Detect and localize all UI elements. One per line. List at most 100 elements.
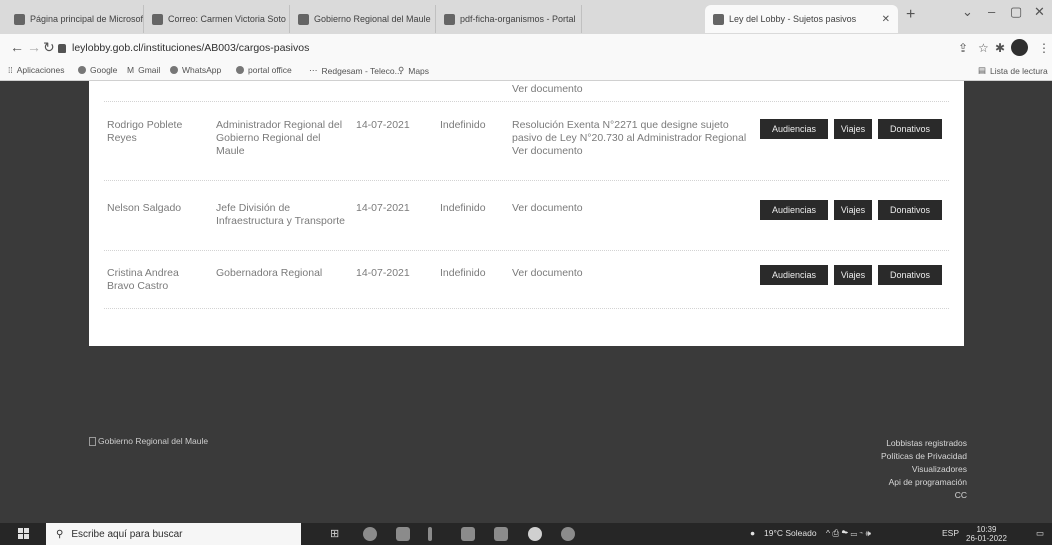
fecha-inicio: 14-07-2021 <box>356 119 410 131</box>
whatsapp-icon <box>170 66 178 74</box>
footer-link-cc[interactable]: CC <box>881 489 967 502</box>
footer-link-lobbistas[interactable]: Lobbistas registrados <box>881 437 967 450</box>
audiencias-button[interactable]: Audiencias <box>760 200 828 220</box>
pdf-icon <box>444 13 455 25</box>
ver-documento-link[interactable]: Ver documento <box>512 267 752 280</box>
tab-bar: Página principal de Microsoft ✕ Correo: … <box>0 0 1052 34</box>
notification-icon[interactable]: ▭ <box>1036 528 1044 539</box>
windows-start-icon[interactable] <box>18 528 29 539</box>
lobby-icon <box>713 13 724 25</box>
weather-text[interactable]: 19°C Soleado <box>764 528 817 538</box>
tab-ley-lobby[interactable]: Ley del Lobby - Sujetos pasivos ✕ <box>705 5 898 33</box>
bookmark-whatsapp[interactable]: WhatsApp <box>170 65 221 75</box>
gmail-icon: M <box>127 65 135 75</box>
tab-microsoft[interactable]: Página principal de Microsoft ✕ <box>6 5 144 33</box>
reading-list-icon: ▤ <box>978 65 987 75</box>
word-icon[interactable] <box>461 527 475 541</box>
tab-gobierno[interactable]: Gobierno Regional del Maule ✕ <box>290 5 436 33</box>
maximize-icon[interactable]: ▢ <box>1010 4 1022 20</box>
taskbar-search-input[interactable]: ⚲ Escribe aquí para buscar <box>46 523 301 545</box>
donativos-button[interactable]: Donativos <box>878 265 942 285</box>
reload-icon[interactable]: ↻ <box>43 39 55 56</box>
maps-icon: ⚲ <box>398 65 405 75</box>
close-window-icon[interactable]: ✕ <box>1034 4 1045 20</box>
fecha-inicio: 14-07-2021 <box>356 202 410 214</box>
taskbar: ⚲ Escribe aquí para buscar ⊞ ● 19°C Sole… <box>0 523 1052 545</box>
clock[interactable]: 10:39 26-01-2022 <box>966 525 1007 543</box>
reading-list[interactable]: ▤ Lista de lectura <box>978 65 1048 76</box>
audiencias-button[interactable]: Audiencias <box>760 265 828 285</box>
broken-image-icon <box>89 436 96 446</box>
cargo: Jefe División de Infraestructura y Trans… <box>216 202 345 227</box>
bookmark-redgesam[interactable]: ⋯ Redgesam - Teleco... <box>309 65 402 76</box>
person-name: Cristina Andrea Bravo Castro <box>107 267 179 292</box>
tab-correo[interactable]: Correo: Carmen Victoria Soto ✕ <box>144 5 290 33</box>
search-placeholder: Escribe aquí para buscar <box>71 528 183 540</box>
tab-title: pdf-ficha-organismos - Portal <box>460 14 576 24</box>
url-text: leylobby.gob.cl/instituciones/AB003/carg… <box>72 42 310 54</box>
mail-icon[interactable] <box>396 527 410 541</box>
viajes-button[interactable]: Viajes <box>834 265 872 285</box>
apps-icon: ⁞⁞ <box>8 65 13 75</box>
table-row: Rodrigo Poblete Reyes Administrador Regi… <box>104 105 949 181</box>
tab-title: Ley del Lobby - Sujetos pasivos <box>729 14 857 24</box>
tray-icons[interactable]: ^ ⎙ ☁ ▭ ⌁ 🕪 <box>826 528 871 539</box>
task-view-icon[interactable]: ⊞ <box>330 527 344 541</box>
viajes-button[interactable]: Viajes <box>834 200 872 220</box>
menu-icon[interactable]: ⋮ <box>1038 41 1050 55</box>
excel-icon[interactable] <box>494 527 508 541</box>
plazo: Indefinido <box>440 119 486 131</box>
footer-link-api[interactable]: Api de programación <box>881 476 967 489</box>
url-input[interactable]: leylobby.gob.cl/instituciones/AB003/carg… <box>58 38 928 58</box>
resolucion-link[interactable]: Resolución Exenta N°2271 que designe suj… <box>512 119 752 158</box>
tab-title: Gobierno Regional del Maule <box>314 14 431 24</box>
extensions-icon[interactable]: ✱ <box>995 41 1005 55</box>
tab-title: Correo: Carmen Victoria Soto <box>168 14 286 24</box>
close-icon[interactable]: ✕ <box>581 14 582 25</box>
tab-pdf[interactable]: pdf-ficha-organismos - Portal ✕ <box>436 5 582 33</box>
table-row-partial: Ver documento <box>104 81 949 102</box>
clock-date: 26-01-2022 <box>966 534 1007 543</box>
share-icon[interactable]: ⇪ <box>958 41 968 55</box>
chrome-icon[interactable] <box>528 527 542 541</box>
star-icon[interactable]: ☆ <box>978 41 989 55</box>
tab-title: Página principal de Microsoft <box>30 14 144 24</box>
results-card: Ver documento Rodrigo Poblete Reyes Admi… <box>89 81 964 346</box>
cargo: Gobernadora Regional <box>216 267 323 279</box>
outlook-icon <box>152 13 163 25</box>
back-icon[interactable]: ← <box>10 39 24 55</box>
bookmark-maps[interactable]: ⚲ Maps <box>398 65 429 76</box>
audiencias-button[interactable]: Audiencias <box>760 119 828 139</box>
donativos-button[interactable]: Donativos <box>878 119 942 139</box>
bookmark-aplicaciones[interactable]: ⁞⁞ Aplicaciones <box>8 65 64 75</box>
plazo: Indefinido <box>440 202 486 214</box>
cargo: Administrador Regional del Gobierno Regi… <box>216 119 343 157</box>
avatar[interactable] <box>1011 39 1028 56</box>
edge-icon[interactable] <box>363 527 377 541</box>
teams-icon[interactable] <box>428 527 432 541</box>
close-icon[interactable]: ✕ <box>882 14 890 25</box>
table-row: Nelson Salgado Jefe División de Infraest… <box>104 180 949 251</box>
language-indicator[interactable]: ESP <box>942 528 959 538</box>
bookmark-google[interactable]: Google <box>78 65 117 75</box>
ver-documento-link[interactable]: Ver documento <box>512 83 752 96</box>
new-tab-icon[interactable]: + <box>906 6 915 24</box>
table-row: Cristina Andrea Bravo Castro Gobernadora… <box>104 250 949 309</box>
viajes-button[interactable]: Viajes <box>834 119 872 139</box>
address-bar: ← → ↻ leylobby.gob.cl/instituciones/AB00… <box>0 34 1052 62</box>
bookmark-gmail[interactable]: M Gmail <box>127 65 160 75</box>
link-icon: ⋯ <box>309 65 318 75</box>
search-icon: ⚲ <box>56 528 64 540</box>
plazo: Indefinido <box>440 267 486 279</box>
footer-link-privacidad[interactable]: Políticas de Privacidad <box>881 450 967 463</box>
ver-documento-link[interactable]: Ver documento <box>512 202 752 215</box>
footer-link-visualizadores[interactable]: Visualizadores <box>881 463 967 476</box>
region-icon <box>298 13 309 25</box>
bookmarks-bar: ⁞⁞ Aplicaciones Google M Gmail WhatsApp po… <box>0 62 1052 81</box>
donativos-button[interactable]: Donativos <box>878 200 942 220</box>
bookmark-portal-office[interactable]: portal office <box>236 65 292 75</box>
forward-icon[interactable]: → <box>27 39 41 55</box>
minimize-icon[interactable]: – <box>988 4 995 19</box>
chevron-down-icon[interactable]: ⌄ <box>962 4 973 20</box>
app-icon[interactable] <box>561 527 575 541</box>
